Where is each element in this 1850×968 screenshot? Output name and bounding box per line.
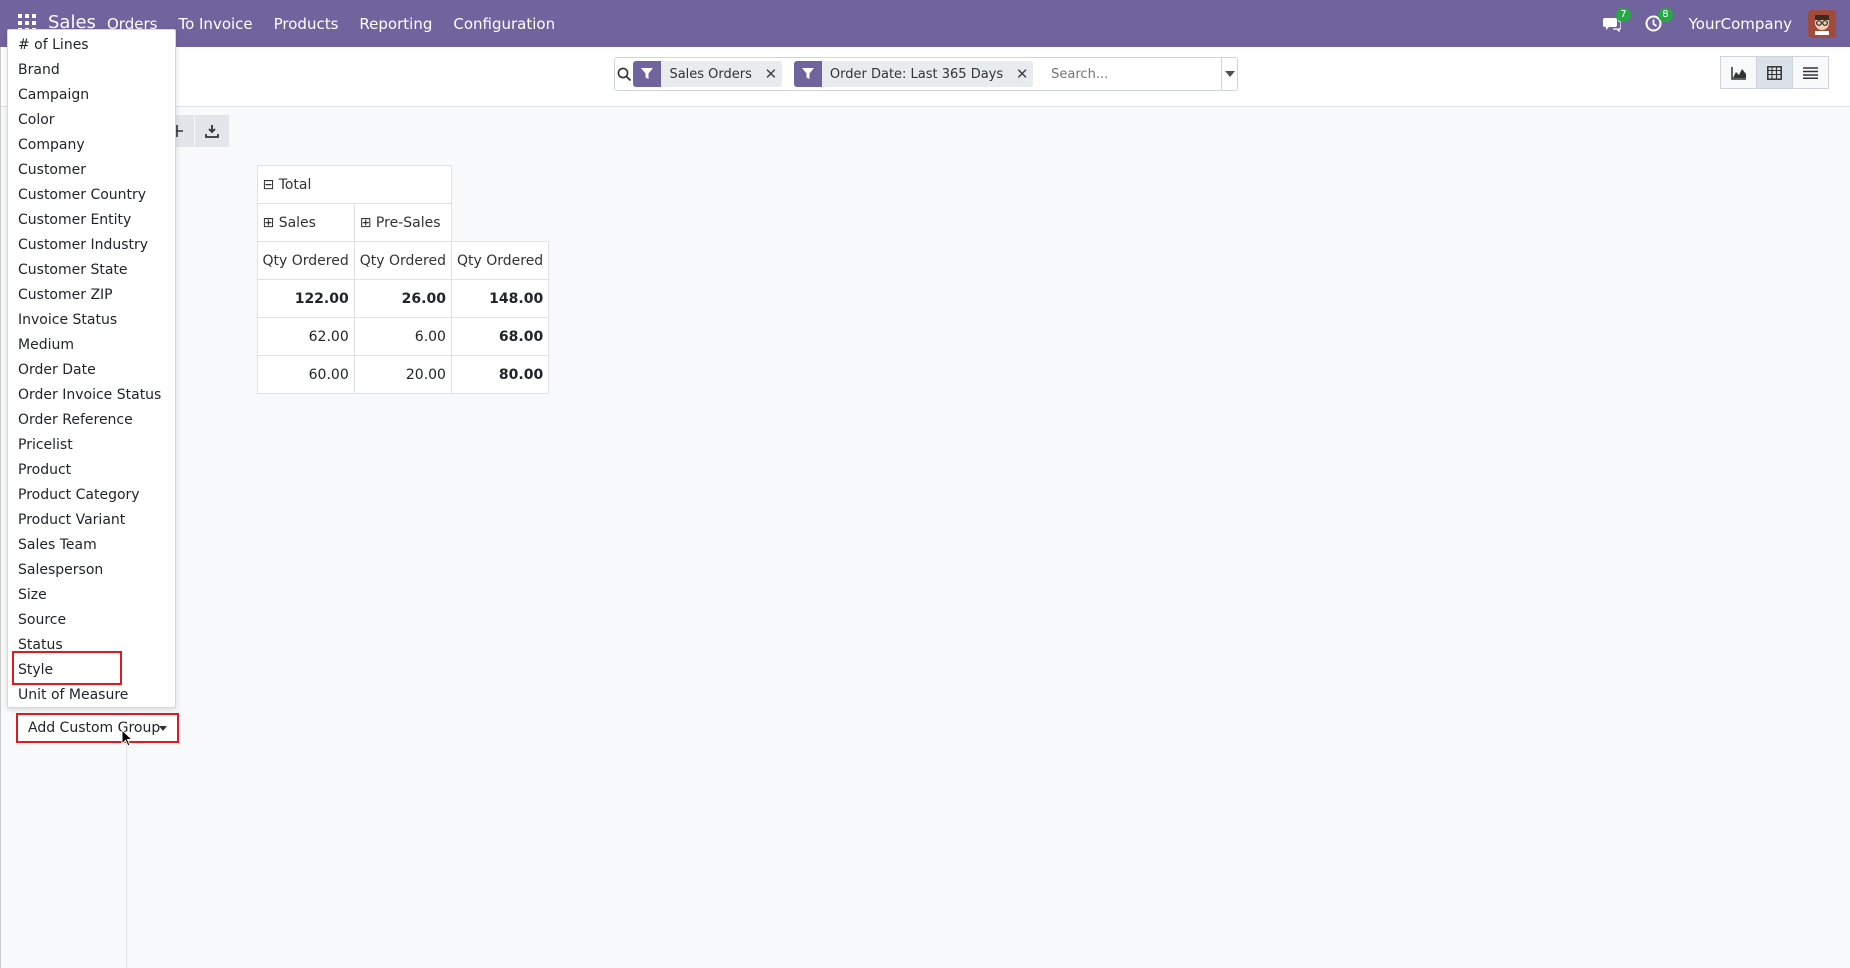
expand-icon: ⊞ <box>262 214 279 231</box>
search-bar: Sales Orders ✕ Order Date: Last 365 Days… <box>614 57 1238 91</box>
dropdown-item-customer-country[interactable]: Customer Country <box>18 184 146 206</box>
dropdown-item-customer-entity[interactable]: Customer Entity <box>18 209 131 231</box>
dropdown-item-of-lines[interactable]: # of Lines <box>18 34 89 56</box>
filter-icon <box>633 61 662 87</box>
control-panel: Sales Orders ✕ Order Date: Last 365 Days… <box>0 47 1850 107</box>
dropdown-item-status[interactable]: Status <box>18 634 63 656</box>
area-chart-icon <box>1730 66 1746 80</box>
activities-button[interactable]: 8 <box>1641 7 1673 37</box>
filter-icon <box>793 61 822 87</box>
pivot-cell[interactable]: 122.00 <box>256 279 355 318</box>
dropdown-item-product-category[interactable]: Product Category <box>18 484 140 506</box>
dropdown-item-campaign[interactable]: Campaign <box>18 84 89 106</box>
search-icon[interactable] <box>615 58 633 90</box>
main-menu: Orders To Invoice Products Reporting Con… <box>107 0 576 47</box>
divider <box>0 47 1 968</box>
list-icon <box>1803 66 1818 79</box>
user-avatar[interactable] <box>1808 9 1836 38</box>
add-custom-group-select[interactable]: Add Custom Group <box>16 713 179 743</box>
filter-facet-order-date: Order Date: Last 365 Days ✕ <box>793 61 1034 87</box>
caret-down-icon <box>1224 71 1235 77</box>
menu-to-invoice[interactable]: To Invoice <box>178 15 252 33</box>
dropdown-item-source[interactable]: Source <box>18 609 66 631</box>
dropdown-item-order-reference[interactable]: Order Reference <box>18 409 133 431</box>
header-label: Total <box>278 176 312 193</box>
dropdown-item-style[interactable]: Style <box>18 659 53 681</box>
groupby-dropdown: # of Lines Brand Campaign Color Company … <box>7 29 176 708</box>
pivot-view-button[interactable] <box>1756 56 1793 89</box>
pivot-cell[interactable]: 20.00 <box>353 355 452 394</box>
expand-icon: ⊞ <box>359 214 376 231</box>
pivot-header-sales[interactable]: ⊞ Sales <box>256 203 355 242</box>
collapse-icon: ⊟ <box>262 176 279 193</box>
list-view-button[interactable] <box>1792 56 1829 89</box>
header-label: Pre-Sales <box>375 214 441 231</box>
dropdown-item-unit-of-measure[interactable]: Unit of Measure <box>18 684 128 706</box>
pivot-cell[interactable]: 6.00 <box>353 317 452 356</box>
divider <box>126 740 127 968</box>
dropdown-item-sales-team[interactable]: Sales Team <box>18 534 97 556</box>
view-switcher <box>1720 56 1829 89</box>
dropdown-item-salesperson[interactable]: Salesperson <box>18 559 103 581</box>
menu-reporting[interactable]: Reporting <box>359 15 432 33</box>
mouse-cursor-icon <box>121 729 133 747</box>
measure-header[interactable]: Qty Ordered <box>353 241 452 280</box>
menu-configuration[interactable]: Configuration <box>453 15 555 33</box>
facet-remove-icon[interactable]: ✕ <box>760 61 782 87</box>
user-avatar-icon <box>1815 14 1829 35</box>
dropdown-item-order-date[interactable]: Order Date <box>18 359 96 381</box>
pivot-cell[interactable]: 60.00 <box>256 355 355 394</box>
download-icon <box>205 125 219 138</box>
dropdown-item-order-invoice-status[interactable]: Order Invoice Status <box>18 384 161 406</box>
dropdown-item-customer[interactable]: Customer <box>18 159 86 181</box>
facet-label: Sales Orders <box>669 66 752 82</box>
pivot-cell[interactable]: 80.00 <box>450 355 550 394</box>
dropdown-item-brand[interactable]: Brand <box>18 59 60 81</box>
facet-label: Order Date: Last 365 Days <box>829 66 1004 82</box>
measure-header[interactable]: Qty Ordered <box>256 241 355 280</box>
caret-down-icon <box>159 726 167 731</box>
dropdown-item-customer-zip[interactable]: Customer ZIP <box>18 284 113 306</box>
dropdown-item-pricelist[interactable]: Pricelist <box>18 434 73 456</box>
navbar-systray: 7 8 YourCompany <box>1599 0 1850 47</box>
dropdown-item-color[interactable]: Color <box>18 109 55 131</box>
dropdown-item-medium[interactable]: Medium <box>18 334 74 356</box>
dropdown-item-product[interactable]: Product <box>18 459 71 481</box>
download-button[interactable] <box>195 115 229 147</box>
pivot-cell[interactable]: 26.00 <box>353 279 452 318</box>
custom-group-label: Add Custom Group <box>28 720 161 736</box>
top-navbar: Sales Orders To Invoice Products Reporti… <box>0 0 1850 47</box>
dropdown-item-company[interactable]: Company <box>18 134 85 156</box>
dropdown-item-invoice-status[interactable]: Invoice Status <box>18 309 117 331</box>
activities-count-badge: 8 <box>1658 7 1673 22</box>
pivot-header-presales[interactable]: ⊞ Pre-Sales <box>353 203 452 242</box>
dropdown-item-product-variant[interactable]: Product Variant <box>18 509 125 531</box>
company-switcher[interactable]: YourCompany <box>1689 15 1792 33</box>
messages-count-badge: 7 <box>1616 7 1631 22</box>
menu-products[interactable]: Products <box>274 15 339 33</box>
dropdown-item-customer-industry[interactable]: Customer Industry <box>18 234 148 256</box>
dropdown-item-customer-state[interactable]: Customer State <box>18 259 128 281</box>
messages-button[interactable]: 7 <box>1599 7 1631 37</box>
dropdown-item-size[interactable]: Size <box>18 584 47 606</box>
table-icon <box>1767 65 1782 80</box>
graph-view-button[interactable] <box>1720 56 1757 89</box>
pivot-cell[interactable]: 62.00 <box>256 317 355 356</box>
facet-remove-icon[interactable]: ✕ <box>1011 61 1033 87</box>
search-options-toggle[interactable] <box>1221 58 1237 90</box>
search-input[interactable] <box>1045 59 1222 89</box>
header-label: Sales <box>278 214 316 231</box>
measure-header[interactable]: Qty Ordered <box>450 241 550 280</box>
pivot-header-total[interactable]: ⊟ Total <box>256 165 452 204</box>
pivot-cell[interactable]: 148.00 <box>450 279 550 318</box>
filter-facet-sales-orders: Sales Orders ✕ <box>633 61 782 87</box>
pivot-cell[interactable]: 68.00 <box>450 317 550 356</box>
